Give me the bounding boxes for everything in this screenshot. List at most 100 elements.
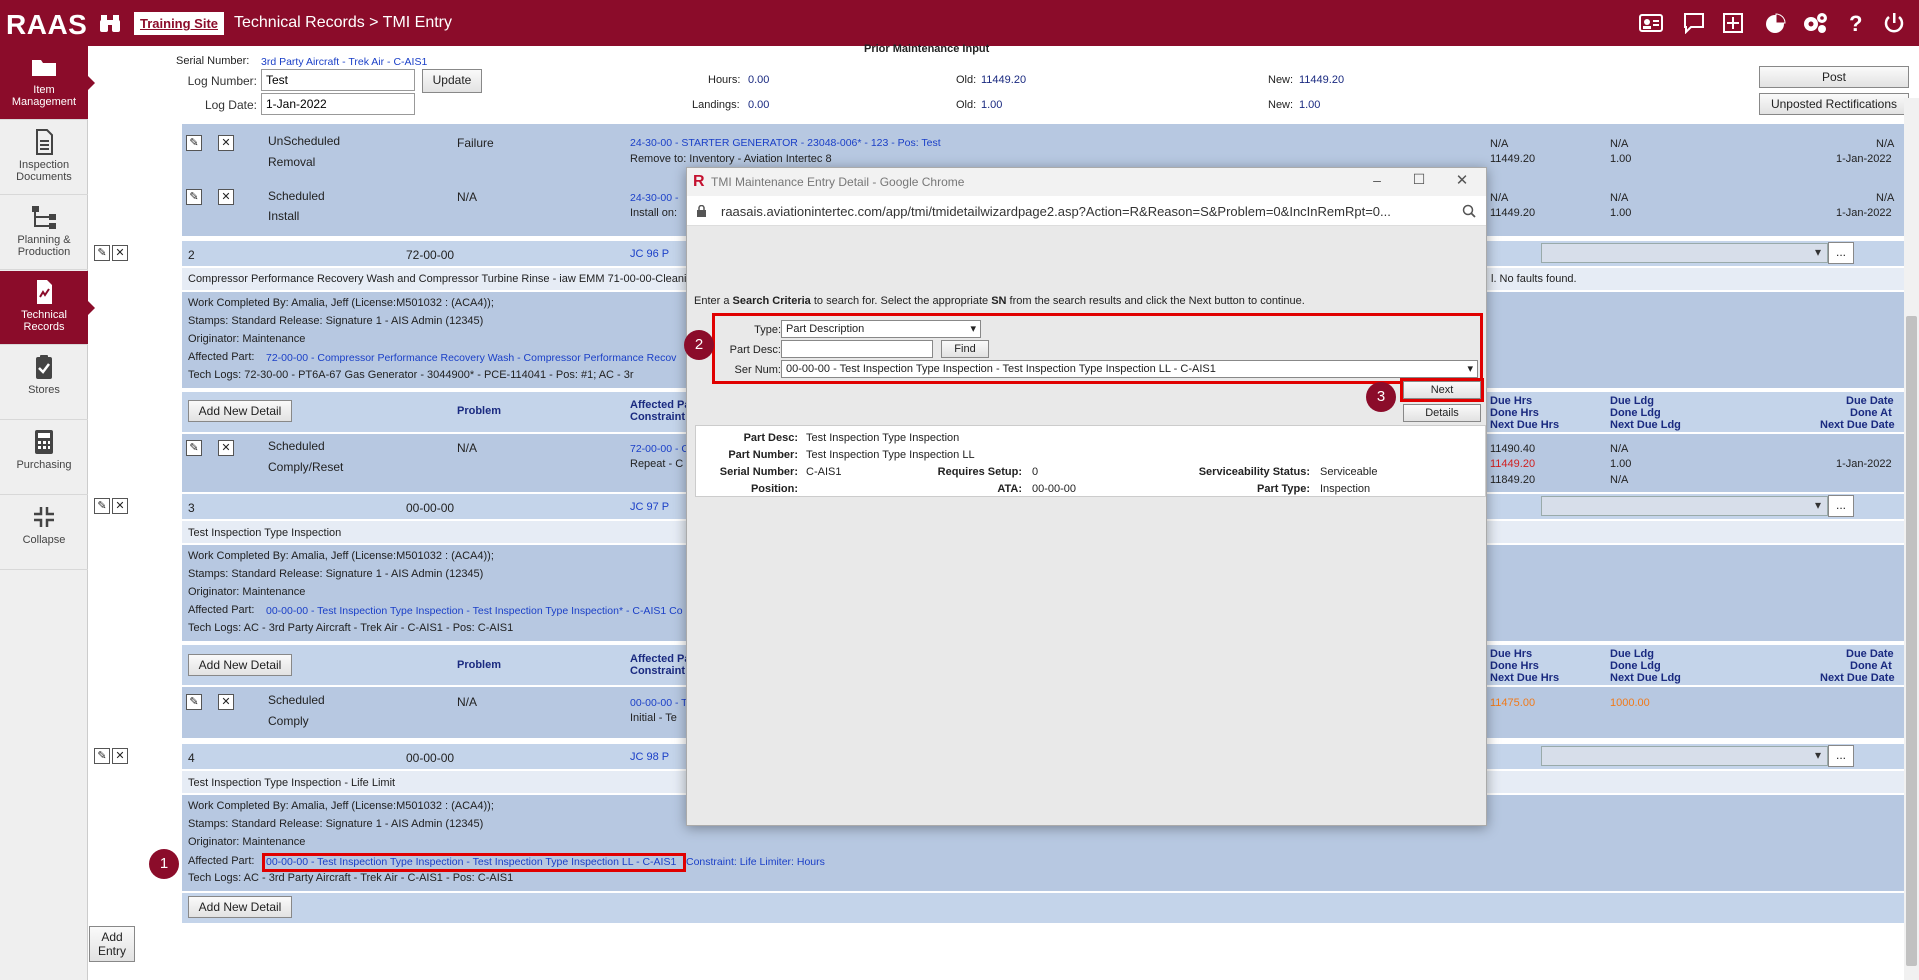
due-ldg: 1000.00 xyxy=(1610,697,1650,709)
old-landings-label: Old: xyxy=(956,99,977,111)
next-due-hrs-header: Next Due Hrs xyxy=(1490,672,1560,684)
sidebar: Item Management Inspection Documents Pla… xyxy=(0,46,95,980)
more-button[interactable]: ... xyxy=(1828,242,1854,264)
callout-3: 3 xyxy=(1366,382,1396,412)
done-at: 1-Jan-2022 xyxy=(1836,153,1892,165)
unposted-rectifications-button[interactable]: Unposted Rectifications xyxy=(1759,93,1909,115)
log-date-input[interactable] xyxy=(261,93,415,115)
sidebar-item-stores[interactable]: Stores xyxy=(0,346,88,420)
detail-part-link[interactable]: 24-30-00 - xyxy=(630,192,678,204)
log-date-label: Log Date: xyxy=(204,98,257,112)
update-button[interactable]: Update xyxy=(422,69,482,93)
tech-logs: Tech Logs: AC - 3rd Party Aircraft - Tre… xyxy=(188,872,514,884)
detail-type: Scheduled xyxy=(268,189,325,203)
maximize-icon[interactable]: ☐ xyxy=(1409,171,1429,191)
done-at-header: Done At xyxy=(1850,407,1892,419)
popup-address-bar[interactable]: raasais.aviationintertec.com/app/tmi/tmi… xyxy=(687,196,1486,226)
sidebar-item-collapse[interactable]: Collapse xyxy=(0,496,88,570)
add-detail-band xyxy=(182,893,1904,923)
edit-icon[interactable]: ✎ xyxy=(94,748,110,764)
new-hours-label: New: xyxy=(1268,74,1294,86)
power-icon[interactable] xyxy=(1881,11,1907,35)
delete-icon[interactable]: ✕ xyxy=(218,135,234,151)
add-entry-button[interactable]: Add Entry xyxy=(89,926,135,962)
detail-action: Initial - Te xyxy=(630,712,677,724)
gears-icon[interactable] xyxy=(1802,11,1828,35)
entry-number: 3 xyxy=(188,501,195,515)
delete-icon[interactable]: ✕ xyxy=(218,440,234,456)
next-due-date-header: Next Due Date xyxy=(1820,419,1895,431)
detail-part-link[interactable]: 72-00-00 - C xyxy=(630,443,689,455)
sidebar-item-technical-records[interactable]: Technical Records xyxy=(0,271,95,345)
sidebar-item-planning-production[interactable]: Planning & Production xyxy=(0,196,88,270)
sidebar-item-label: Inspection Documents xyxy=(16,159,72,183)
job-card-link[interactable]: JC 98 P xyxy=(630,751,669,763)
entry-action-select[interactable] xyxy=(1541,243,1828,263)
part-number-value: Test Inspection Type Inspection LL xyxy=(806,449,975,461)
edit-icon[interactable]: ✎ xyxy=(94,245,110,261)
delete-icon[interactable]: ✕ xyxy=(112,245,128,261)
delete-icon[interactable]: ✕ xyxy=(218,189,234,205)
edit-icon[interactable]: ✎ xyxy=(94,498,110,514)
edit-icon[interactable]: ✎ xyxy=(186,189,202,205)
chat-icon[interactable] xyxy=(1681,11,1707,35)
edit-icon[interactable]: ✎ xyxy=(186,694,202,710)
post-button[interactable]: Post xyxy=(1759,66,1909,88)
more-button[interactable]: ... xyxy=(1828,745,1854,767)
popup-titlebar: R TMI Maintenance Entry Detail - Google … xyxy=(687,168,1486,196)
affected-part-link[interactable]: 72-00-00 - Compressor Performance Recove… xyxy=(266,352,676,364)
landings-value: 0.00 xyxy=(748,99,770,111)
close-icon[interactable]: ✕ xyxy=(1452,171,1472,191)
due-date: N/A xyxy=(1876,192,1895,204)
serviceability-value: Serviceable xyxy=(1320,466,1378,478)
add-new-detail-button[interactable]: Add New Detail xyxy=(188,654,292,676)
stamps: Stamps: Standard Release: Signature 1 - … xyxy=(188,315,484,327)
old-hours-value: 11449.20 xyxy=(981,74,1027,86)
delete-icon[interactable]: ✕ xyxy=(218,694,234,710)
sidebar-item-item-management[interactable]: Item Management xyxy=(0,46,95,120)
training-site-link[interactable]: Training Site xyxy=(134,12,225,35)
edit-icon[interactable]: ✎ xyxy=(186,440,202,456)
delete-icon[interactable]: ✕ xyxy=(112,748,128,764)
raas-favicon-icon: R xyxy=(693,173,705,190)
serial-number-link[interactable]: 3rd Party Aircraft - Trek Air - C-AIS1 xyxy=(261,56,427,68)
delete-icon[interactable]: ✕ xyxy=(112,498,128,514)
detail-subtype: Comply xyxy=(268,714,309,728)
job-card-link[interactable]: JC 96 P xyxy=(630,248,669,260)
affected-part-link[interactable]: 00-00-00 - Test Inspection Type Inspecti… xyxy=(266,605,683,617)
affected-constraint-link[interactable]: Constraint: Life Limiter: Hours xyxy=(686,856,825,868)
zoom-icon[interactable] xyxy=(1462,204,1476,218)
detail-action: Repeat - C xyxy=(630,458,684,470)
sidebar-item-purchasing[interactable]: Purchasing xyxy=(0,421,88,495)
detail-part-link[interactable]: 00-00-00 - T xyxy=(630,697,688,709)
callout-1: 1 xyxy=(149,849,179,879)
done-at: 1-Jan-2022 xyxy=(1836,207,1892,219)
pie-chart-icon[interactable] xyxy=(1762,11,1788,35)
binoculars-icon[interactable] xyxy=(98,11,122,35)
minimize-icon[interactable]: – xyxy=(1367,172,1387,192)
raas-logo[interactable]: RAAS xyxy=(6,9,87,41)
entry-action-select[interactable] xyxy=(1541,746,1828,766)
tech-logs: Tech Logs: AC - 3rd Party Aircraft - Tre… xyxy=(188,622,514,634)
job-card-link[interactable]: JC 97 P xyxy=(630,501,669,513)
hours-value: 0.00 xyxy=(748,74,770,86)
help-icon[interactable]: ? xyxy=(1843,11,1869,35)
add-new-detail-button[interactable]: Add New Detail xyxy=(188,896,292,918)
serial-number-info-label: Serial Number: xyxy=(719,466,798,478)
highlight-affected-part xyxy=(262,853,686,872)
done-hrs-header: Done Hrs xyxy=(1490,660,1539,672)
page-title: Prior Maintenance Input xyxy=(864,43,990,55)
done-ldg: 1.00 xyxy=(1610,153,1632,165)
details-button[interactable]: Details xyxy=(1403,404,1481,422)
add-new-detail-button[interactable]: Add New Detail xyxy=(188,400,292,422)
id-card-icon[interactable] xyxy=(1638,11,1664,35)
entry-action-select[interactable] xyxy=(1541,496,1828,516)
more-button[interactable]: ... xyxy=(1828,495,1854,517)
log-number-input[interactable] xyxy=(261,69,415,91)
sidebar-item-inspection-documents[interactable]: Inspection Documents xyxy=(0,121,88,195)
edit-icon[interactable]: ✎ xyxy=(186,135,202,151)
due-date-header: Due Date xyxy=(1846,395,1894,407)
detail-part-link[interactable]: 24-30-00 - STARTER GENERATOR - 23048-006… xyxy=(630,137,941,149)
scrollbar-thumb[interactable] xyxy=(1906,316,1917,966)
plus-square-icon[interactable] xyxy=(1720,11,1746,35)
